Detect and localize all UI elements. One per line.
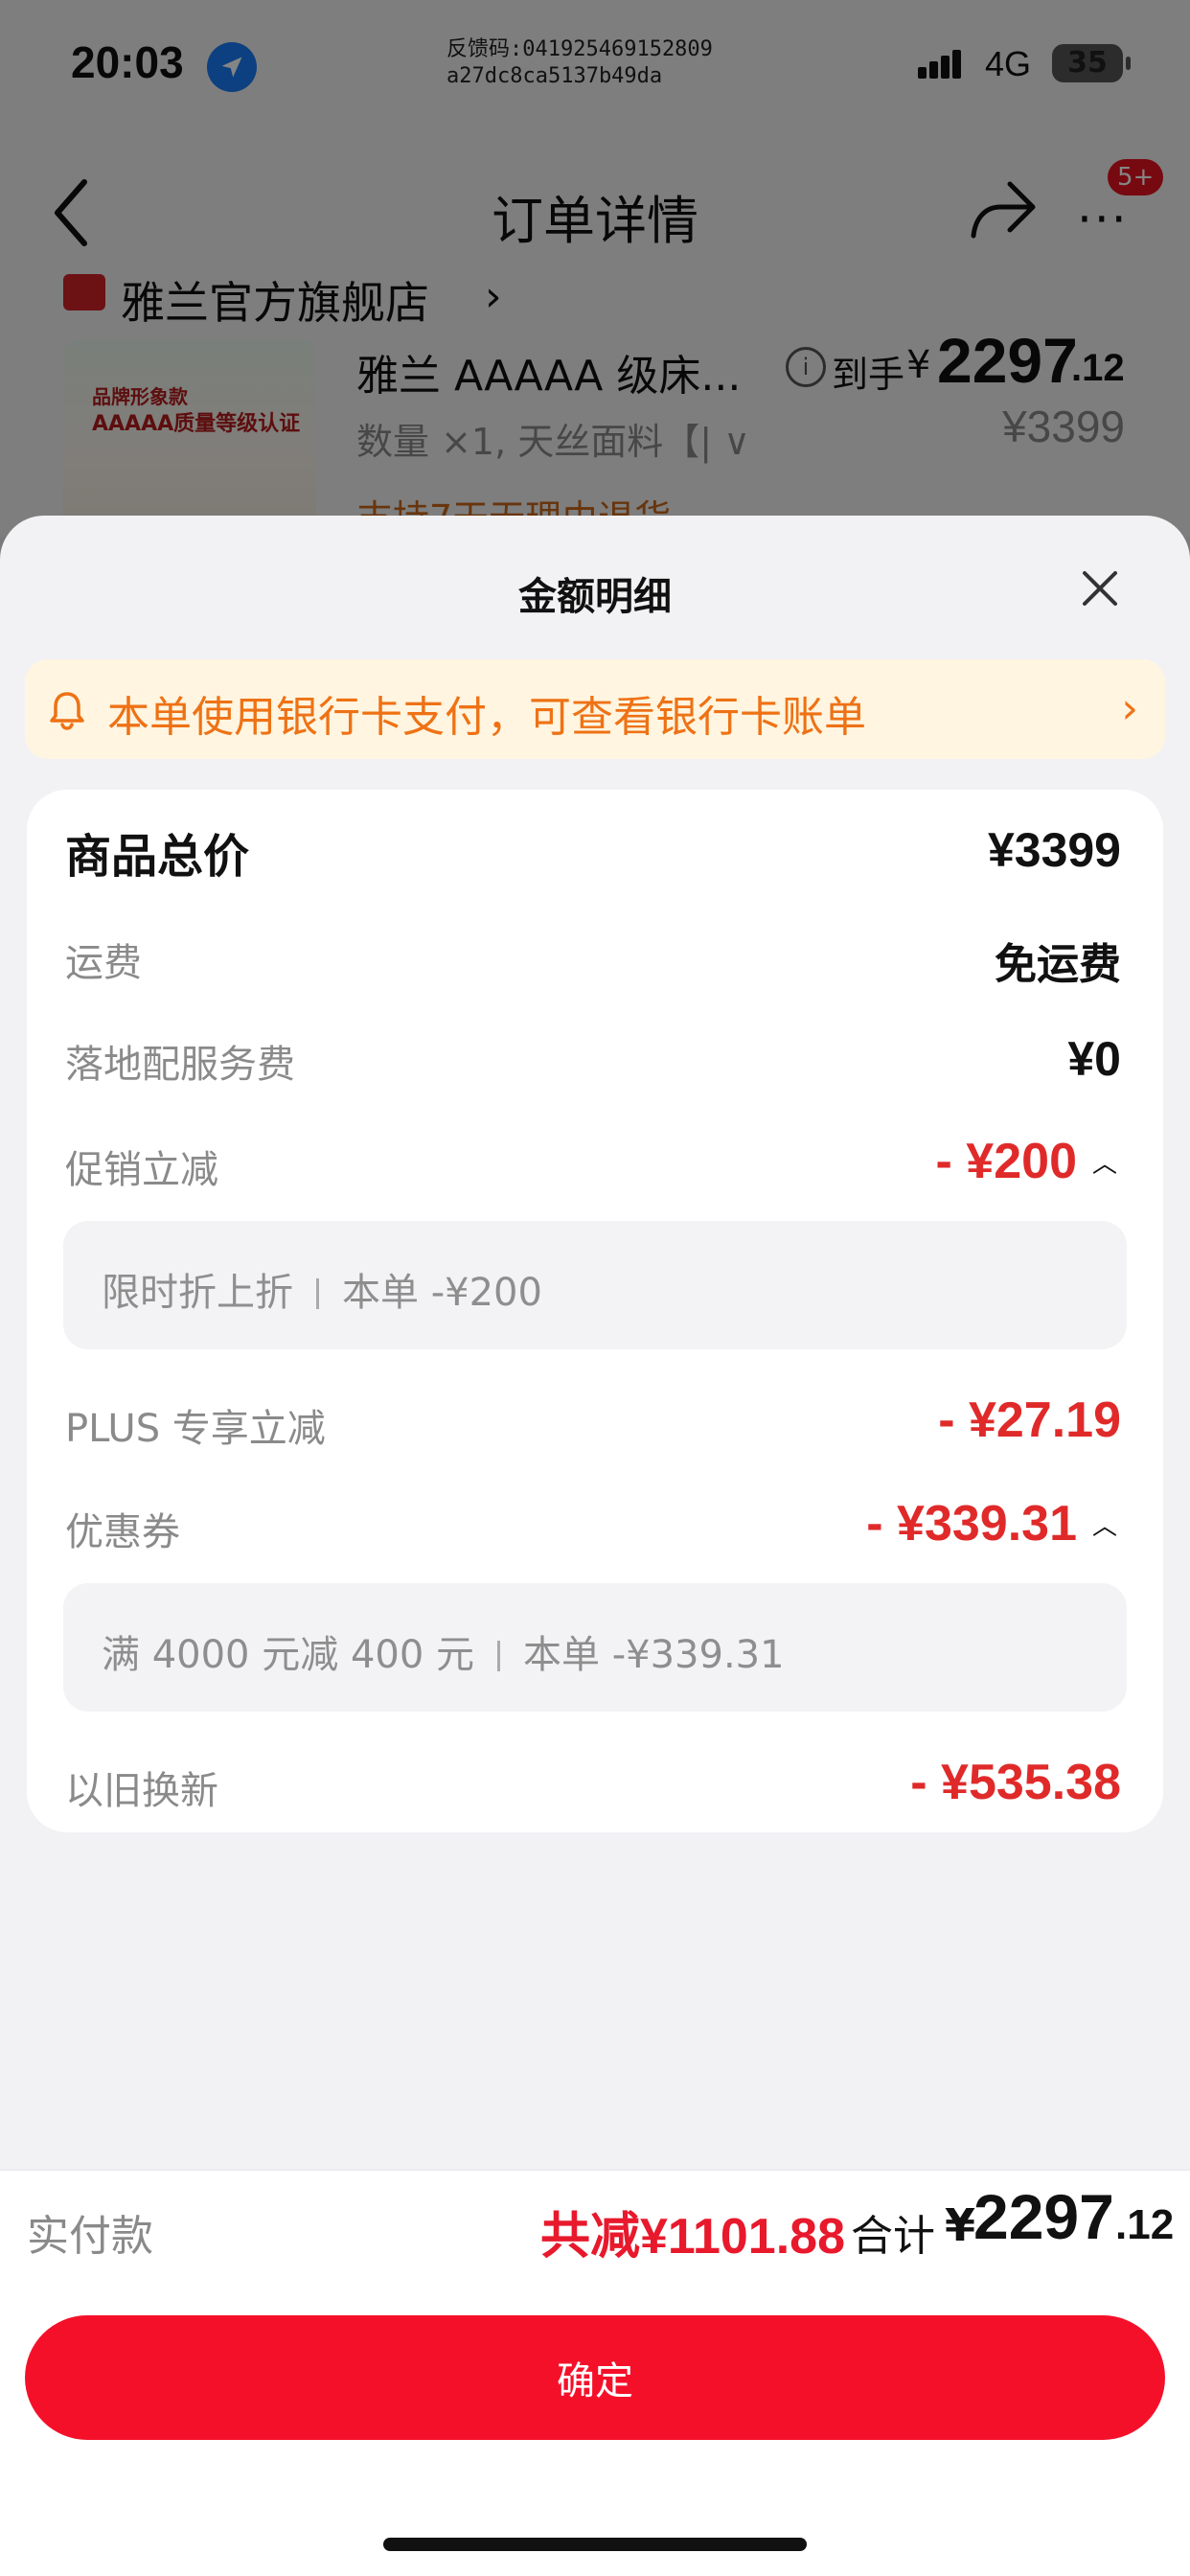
coupon-detail-amount: 本单 -¥339.31 (523, 1633, 785, 1677)
row-value-plus-discount: - ¥27.19 (938, 1392, 1121, 1448)
detail-separator (497, 1641, 501, 1671)
coupon-detail-text: 满 4000 元减 400 元 本单 -¥339.31 (102, 1623, 785, 1679)
confirm-button[interactable]: 确定 (25, 2315, 1165, 2440)
row-value-trade-in: - ¥535.38 (910, 1755, 1121, 1810)
total-discount: 共减¥1101.88 (540, 2209, 846, 2265)
caret-up-icon[interactable]: ︿ (1092, 1144, 1117, 1180)
total-integer: 2297 (973, 2181, 1114, 2252)
bank-card-notice[interactable]: 本单使用银行卡支付，可查看银行卡账单 › (25, 659, 1165, 759)
promo-detail-name: 限时折上折 (102, 1271, 293, 1315)
notice-text: 本单使用银行卡支付，可查看银行卡账单 (107, 693, 866, 742)
row-value-shipping: 免运费 (995, 940, 1121, 989)
total-label: 合计 (851, 2212, 935, 2261)
row-label-plus-discount: PLUS 专享立减 (65, 1407, 326, 1451)
dim-overlay[interactable] (0, 0, 1190, 537)
row-label-trade-in: 以旧换新 (65, 1769, 218, 1813)
promo-detail-text: 限时折上折 本单 -¥200 (102, 1261, 542, 1317)
total-decimal: .12 (1115, 2201, 1175, 2248)
promo-discount-detail: 限时折上折 本单 -¥200 (63, 1221, 1127, 1349)
row-value-promo-discount[interactable]: - ¥200 (936, 1133, 1077, 1190)
close-icon[interactable] (1079, 567, 1121, 613)
row-label-goods-total: 商品总价 (65, 830, 250, 884)
amount-card: 商品总价 ¥3399 运费 免运费 落地配服务费 ¥0 促销立减 - ¥200 … (27, 790, 1163, 1832)
row-label-promo-discount: 促销立减 (65, 1148, 218, 1192)
detail-separator (316, 1278, 319, 1309)
coupon-detail: 满 4000 元减 400 元 本单 -¥339.31 (63, 1583, 1127, 1712)
row-value-coupon[interactable]: - ¥339.31 (866, 1495, 1077, 1552)
chevron-right-icon: › (1121, 684, 1138, 733)
promo-detail-amount: 本单 -¥200 (342, 1271, 542, 1315)
row-label-coupon: 优惠券 (65, 1510, 180, 1554)
row-label-shipping: 运费 (65, 941, 142, 985)
row-value-goods-total: ¥3399 (987, 823, 1121, 877)
payment-summary-bar: 实付款 共减¥1101.88 合计 ¥ 2297 .12 (0, 2170, 1190, 2277)
bottom-action-area: 确定 (0, 2275, 1190, 2576)
coupon-detail-name: 满 4000 元减 400 元 (102, 1633, 475, 1677)
sheet-title: 金额明细 (518, 575, 672, 619)
caret-up-icon[interactable]: ︿ (1092, 1506, 1117, 1542)
row-value-delivery-fee: ¥0 (1067, 1032, 1121, 1086)
order-detail-page: 20:03 反馈码:041925469152809 a27dc8ca5137b4… (0, 0, 1190, 540)
total-currency: ¥ (945, 2199, 976, 2251)
home-indicator[interactable] (383, 2538, 807, 2551)
actual-payment-label: 实付款 (27, 2212, 153, 2261)
bell-icon (48, 690, 86, 734)
row-label-delivery-fee: 落地配服务费 (65, 1043, 295, 1087)
